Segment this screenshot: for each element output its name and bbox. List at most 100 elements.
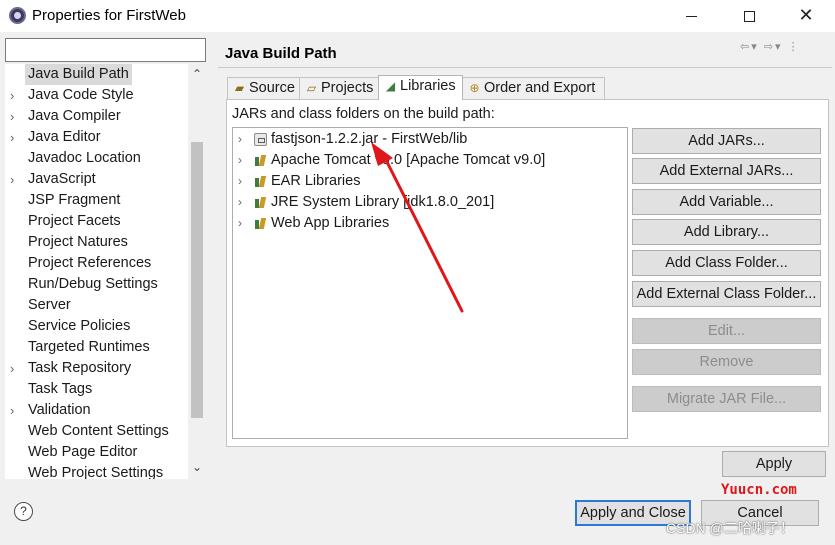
tree-item-web-content-settings[interactable]: Web Content Settings <box>5 421 186 442</box>
view-menu-icon[interactable]: ⋮ <box>788 41 801 53</box>
expand-chevron-icon[interactable]: › <box>10 127 22 148</box>
tree-item-validation[interactable]: › Validation <box>5 400 186 421</box>
tree-item-javadoc-location[interactable]: Javadoc Location <box>5 148 186 169</box>
library-icon <box>254 196 267 209</box>
tree-item-java-code-style[interactable]: › Java Code Style <box>5 85 186 106</box>
tree-item-java-compiler[interactable]: › Java Compiler <box>5 106 186 127</box>
tree-item-run-debug-settings[interactable]: Run/Debug Settings <box>5 274 186 295</box>
tree-item-label: Javadoc Location <box>28 150 141 166</box>
tree-item-java-editor[interactable]: › Java Editor <box>5 127 186 148</box>
forward-menu-icon[interactable]: ▾ <box>775 41 783 53</box>
scrollbar-thumb[interactable] <box>191 142 203 418</box>
filter-input[interactable] <box>5 38 206 62</box>
add-library-button[interactable]: Add Library... <box>632 219 821 245</box>
close-icon: ✕ <box>798 5 814 25</box>
add-external-jars-button[interactable]: Add External JARs... <box>632 158 821 184</box>
order-export-icon: ⊕ <box>469 81 480 95</box>
library-icon <box>254 175 267 188</box>
tree-item-server[interactable]: Server <box>5 295 186 316</box>
expand-chevron-icon[interactable]: › <box>10 400 22 421</box>
tree-item-project-natures[interactable]: Project Natures <box>5 232 186 253</box>
tree-item-label: Web Project Settings <box>28 465 164 479</box>
tree-item-label: JavaScript <box>28 171 96 187</box>
page-title: Java Build Path <box>225 45 337 62</box>
close-button[interactable]: ✕ <box>777 0 835 32</box>
expand-chevron-icon[interactable]: › <box>10 169 22 190</box>
tab-libraries[interactable]: ◢ Libraries <box>378 75 463 100</box>
library-icon <box>254 154 267 167</box>
back-arrow-icon[interactable]: ⇦ <box>740 41 751 53</box>
tree-item-project-facets[interactable]: Project Facets <box>5 211 186 232</box>
tree-item-task-repository[interactable]: › Task Repository <box>5 358 186 379</box>
remove-button[interactable]: Remove <box>632 349 821 375</box>
tab-source[interactable]: ▰ Source <box>227 77 300 99</box>
tree-item-label: Web Page Editor <box>28 444 138 460</box>
expand-chevron-icon[interactable]: › <box>10 106 22 127</box>
tree-item-label: Java Compiler <box>28 108 121 124</box>
expand-chevron-icon[interactable]: › <box>238 129 242 150</box>
tree-item-label: Server <box>28 297 71 313</box>
watermark-yuucn: Yuucn.com <box>721 482 797 498</box>
tree-item-service-policies[interactable]: Service Policies <box>5 316 186 337</box>
watermark-csdn: CSDN @二哈喇子！ <box>666 520 794 536</box>
scroll-up-icon[interactable]: ⌃ <box>191 67 203 81</box>
tree-item-javascript[interactable]: › JavaScript <box>5 169 186 190</box>
migrate-jar-button[interactable]: Migrate JAR File... <box>632 386 821 412</box>
tree-item-label: Task Repository <box>28 360 132 376</box>
jar-icon <box>254 133 267 146</box>
minimize-icon <box>685 15 697 17</box>
tab-projects[interactable]: ▱ Projects <box>299 77 379 99</box>
tree-item-targeted-runtimes[interactable]: Targeted Runtimes <box>5 337 186 358</box>
tree-item-label: Java Build Path <box>25 64 132 85</box>
minimize-button[interactable] <box>662 0 720 32</box>
property-pages-tree: Java Build Path › Java Code Style › Java Com… <box>5 64 206 479</box>
add-variable-button[interactable]: Add Variable... <box>632 189 821 215</box>
expand-chevron-icon[interactable]: › <box>238 213 242 234</box>
libraries-icon: ◢ <box>385 79 396 93</box>
tree-item-label: Validation <box>28 402 91 418</box>
maximize-icon <box>743 10 755 22</box>
expand-chevron-icon[interactable]: › <box>10 85 22 106</box>
forward-arrow-icon[interactable]: ⇨ <box>764 41 775 53</box>
library-icon <box>254 217 267 230</box>
title-bar: Properties for FirstWeb ✕ <box>0 0 835 32</box>
expand-chevron-icon[interactable]: › <box>238 192 242 213</box>
tree-item-label: Project References <box>28 255 152 271</box>
tree-item-label: Task Tags <box>28 381 93 397</box>
tree-item-java-build-path[interactable]: Java Build Path <box>5 64 186 85</box>
eclipse-app-icon <box>9 7 26 24</box>
expand-chevron-icon[interactable]: › <box>238 150 242 171</box>
tree-item-label: Service Policies <box>28 318 131 334</box>
tree-item-label: Web Content Settings <box>28 423 169 439</box>
scroll-down-icon[interactable]: ⌄ <box>191 460 203 474</box>
history-nav[interactable]: ⇦▾ ⇨▾ ⋮ <box>740 40 801 53</box>
help-icon[interactable]: ? <box>14 502 33 521</box>
add-external-class-folder-button[interactable]: Add External Class Folder... <box>632 281 821 307</box>
tree-item-web-page-editor[interactable]: Web Page Editor <box>5 442 186 463</box>
tree-item-project-references[interactable]: Project References <box>5 253 186 274</box>
add-class-folder-button[interactable]: Add Class Folder... <box>632 250 821 276</box>
add-jars-button[interactable]: Add JARs... <box>632 128 821 154</box>
tab-order-and-export[interactable]: ⊕ Order and Export <box>462 77 605 99</box>
tree-item-label: Targeted Runtimes <box>28 339 150 355</box>
tree-item-label: Java Code Style <box>28 87 134 103</box>
libraries-tree[interactable]: › fastjson-1.2.2.jar - FirstWeb/lib › Ap… <box>232 127 628 439</box>
tree-item-jsp-fragment[interactable]: JSP Fragment <box>5 190 186 211</box>
maximize-button[interactable] <box>720 0 778 32</box>
tree-item-label: JSP Fragment <box>28 192 121 208</box>
apply-button[interactable]: Apply <box>722 451 826 477</box>
tree-item-label: Project Facets <box>28 213 121 229</box>
tree-scrollbar[interactable]: ⌃ ⌄ <box>188 64 206 479</box>
expand-chevron-icon[interactable]: › <box>238 171 242 192</box>
source-folder-icon: ▰ <box>234 81 245 95</box>
tree-item-web-project-settings[interactable]: Web Project Settings <box>5 463 186 479</box>
tree-item-label: Project Natures <box>28 234 128 250</box>
tree-item-label: Java Editor <box>28 129 101 145</box>
window-title: Properties for FirstWeb <box>32 7 186 24</box>
expand-chevron-icon[interactable]: › <box>10 358 22 379</box>
header-divider <box>218 67 832 68</box>
edit-button[interactable]: Edit... <box>632 318 821 344</box>
projects-icon: ▱ <box>306 81 317 95</box>
back-menu-icon[interactable]: ▾ <box>751 41 759 53</box>
tree-item-task-tags[interactable]: Task Tags <box>5 379 186 400</box>
